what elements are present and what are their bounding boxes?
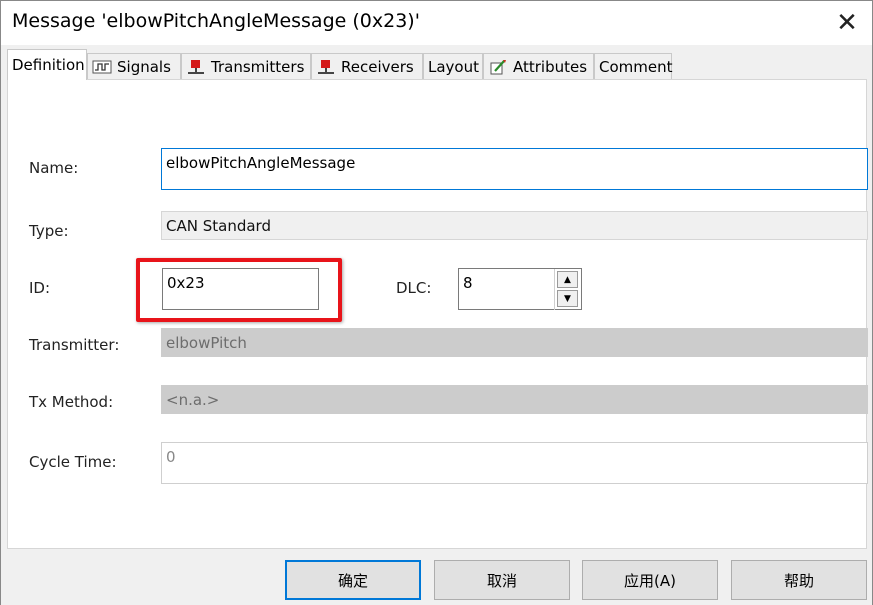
id-highlight-box	[136, 258, 342, 322]
attributes-icon	[488, 59, 508, 75]
transmitter-icon	[186, 59, 206, 75]
id-label: ID:	[29, 279, 51, 297]
title-bar: Message 'elbowPitchAngleMessage (0x23)' …	[1, 1, 872, 45]
spin-down-button[interactable]: ▼	[557, 290, 578, 307]
cycle-time-field: 0	[161, 442, 868, 484]
transmitter-label: Transmitter:	[29, 336, 120, 354]
type-label: Type:	[29, 222, 69, 240]
dlc-label: DLC:	[396, 279, 432, 297]
tab-transmitters[interactable]: Transmitters	[181, 53, 311, 79]
definition-panel: Name: elbowPitchAngleMessage Type: CAN S…	[7, 79, 868, 549]
name-input[interactable]: elbowPitchAngleMessage	[161, 148, 868, 190]
tab-transmitters-label: Transmitters	[211, 57, 305, 76]
cancel-button[interactable]: 取消	[434, 560, 570, 600]
tab-signals[interactable]: Signals	[87, 53, 181, 79]
receiver-icon	[316, 59, 336, 75]
tab-comment-label: Comment	[599, 57, 673, 76]
tx-method-field: <n.a.>	[161, 385, 868, 414]
help-button[interactable]: 帮助	[731, 560, 867, 600]
ok-button[interactable]: 确定	[285, 560, 421, 600]
tab-receivers[interactable]: Receivers	[311, 53, 423, 79]
tab-definition[interactable]: Definition	[7, 49, 87, 80]
apply-button[interactable]: 应用(A)	[582, 560, 718, 600]
tab-attributes[interactable]: Attributes	[483, 53, 594, 79]
transmitter-field: elbowPitch	[161, 328, 868, 357]
type-field: CAN Standard	[161, 211, 868, 240]
tab-definition-label: Definition	[12, 56, 85, 74]
message-dialog: Message 'elbowPitchAngleMessage (0x23)' …	[0, 0, 873, 605]
tab-comment[interactable]: Comment	[594, 53, 673, 79]
spin-up-button[interactable]: ▲	[557, 271, 578, 288]
tab-attributes-label: Attributes	[513, 57, 588, 76]
tab-signals-label: Signals	[117, 57, 171, 76]
window-title: Message 'elbowPitchAngleMessage (0x23)'	[12, 10, 420, 32]
cycle-time-label: Cycle Time:	[29, 453, 117, 471]
close-icon[interactable]: ✕	[832, 8, 862, 38]
tab-layout[interactable]: Layout	[423, 53, 483, 79]
tab-bar: Definition Signals Transmitters Receiver…	[7, 49, 867, 81]
tab-layout-label: Layout	[428, 57, 479, 76]
dlc-spinner: ▲ ▼	[554, 269, 580, 310]
signals-icon	[92, 59, 112, 75]
tab-receivers-label: Receivers	[341, 57, 414, 76]
dialog-footer: 确定 取消 应用(A) 帮助	[1, 549, 872, 605]
tx-method-label: Tx Method:	[29, 393, 114, 411]
name-label: Name:	[29, 159, 79, 177]
